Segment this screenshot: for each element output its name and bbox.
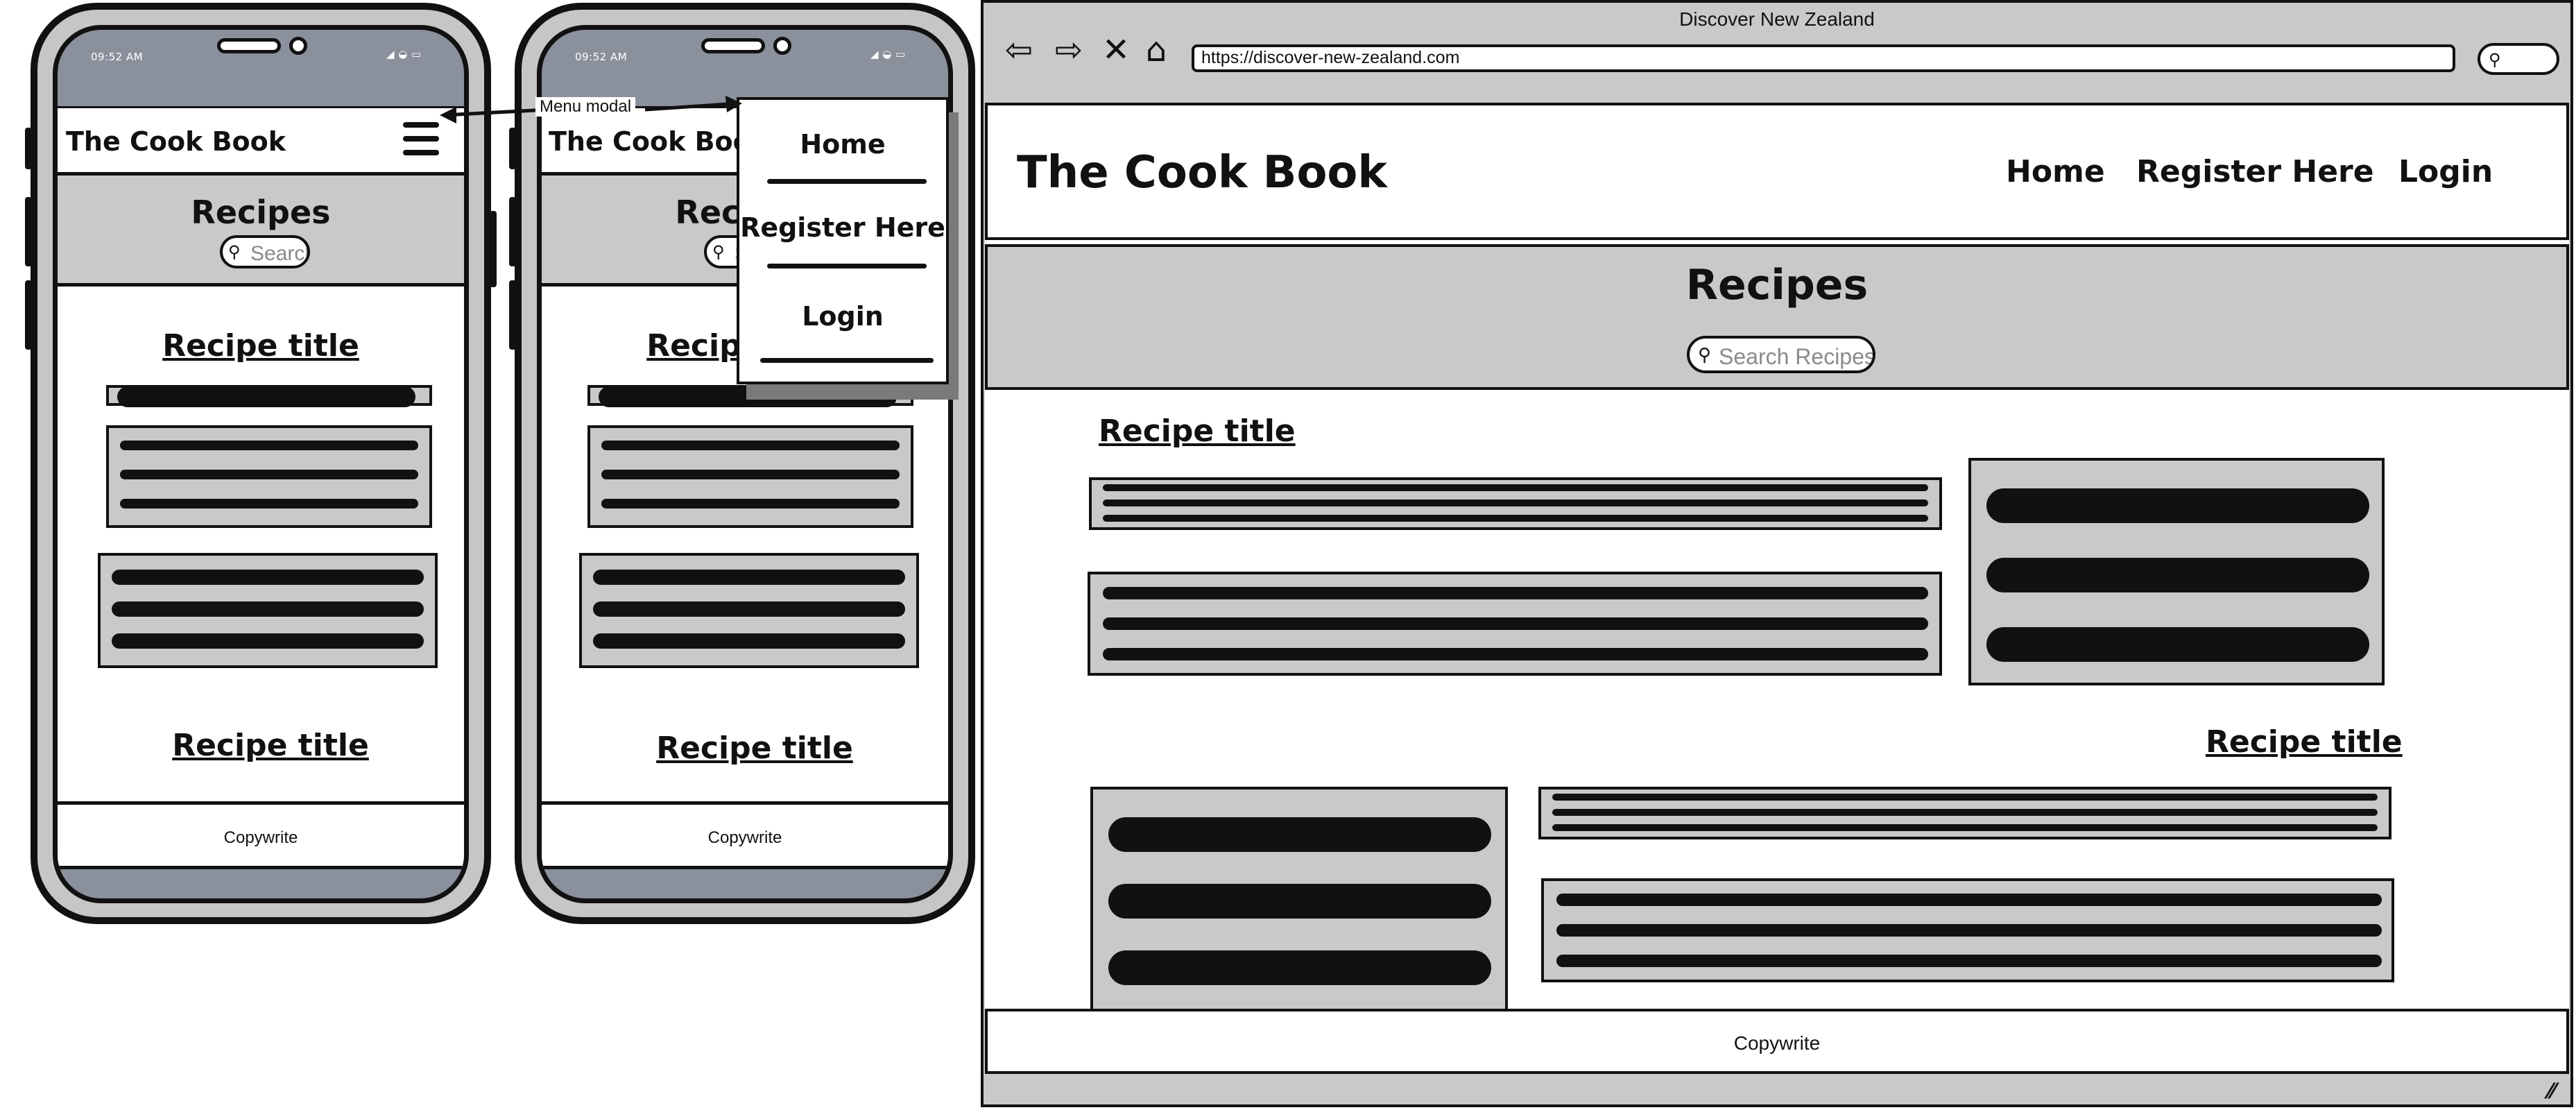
search-icon: ⚲ [228,243,241,262]
phone-1-recipe-title-1: Recipe title [162,328,359,364]
phone-1-speaker [217,38,281,53]
search-icon: ⚲ [2489,51,2501,69]
phone-1-search-input[interactable]: ⚲ Search [220,235,310,268]
browser-window: Discover New Zealand ⇦ ⇨ ✕ ⌂ https://dis… [981,0,2573,1107]
recipe-search-placeholder: Search Recipes [1719,344,1875,369]
phone-1-side-button [490,211,497,287]
phone-1-footer-text: Copywrite [223,828,298,847]
phone-mockup-1: 09:52 AM ◢ ◒ ▭ The Cook Book Recipes ⚲ S… [25,3,497,924]
recipe-1-title: Recipe title [1099,413,1296,449]
hero-title: Recipes [1685,261,1869,309]
recipe-2-ingredients-text [1090,787,1508,1011]
phone-2-camera [773,37,791,55]
menu-item-home[interactable]: Home [739,129,946,160]
phone-2-status-time: 09:52 AM [575,51,628,63]
site-footer-text: Copywrite [1733,1032,1821,1054]
nav-link-login[interactable]: Login [2398,154,2493,189]
forward-arrow-icon[interactable]: ⇨ [1050,33,1088,67]
phone-1-recipe-ingredients-text [106,425,432,528]
home-icon[interactable]: ⌂ [1137,33,1175,67]
phone-1-footer: Copywrite [58,801,464,869]
phone-2-recipe-method-text [579,553,919,668]
menu-item-register[interactable]: Register Here [739,212,946,243]
recipe-2-title: Recipe title [2206,724,2403,760]
site-title: The Cook Book [1017,147,1387,198]
phone-1-camera [289,37,307,55]
recipe-search-input[interactable]: ⚲ Search Recipes [1687,336,1875,373]
site-footer: Copywrite [985,1009,2569,1074]
browser-window-title: Discover New Zealand [1679,8,1875,30]
nav-link-home[interactable]: Home [2006,154,2105,189]
phone-2-side-button [509,197,516,266]
site-header: The Cook Book Home Register Here Login [985,103,2569,240]
resize-grip-icon[interactable]: ⁄⁄ [2548,1079,2555,1104]
phone-1-hero: Recipes ⚲ Search [58,176,464,287]
recipe-1-method-text [1088,572,1942,676]
browser-page: The Cook Book Home Register Here Login R… [985,103,2569,1074]
annotation-arrow-to-modal [644,102,729,112]
phone-1-content: Recipe title Recipe title [58,287,464,801]
phone-2-recipe-intro-text [587,385,913,407]
arrow-head-icon [440,107,456,123]
phone-2-footer: Copywrite [542,801,948,869]
phone-1-side-button [25,128,32,169]
phone-2-speaker [701,38,765,53]
annotation-label: Menu modal [535,97,636,117]
back-arrow-icon[interactable]: ⇦ [1000,33,1038,67]
phone-1-status-time: 09:52 AM [91,51,144,63]
phone-1-search-placeholder: Search [250,242,310,265]
phone-1-status-icons: ◢ ◒ ▭ [386,48,422,60]
recipe-2-method-text [1541,878,2394,982]
recipe-1-ingredients-text [1968,458,2385,685]
phone-1-screen: 09:52 AM ◢ ◒ ▭ The Cook Book Recipes ⚲ S… [53,25,469,903]
search-icon: ⚲ [712,243,725,262]
search-icon: ⚲ [1698,344,1712,365]
phone-1-side-button [25,197,32,266]
phone-2-footer-text: Copywrite [707,828,782,847]
address-bar[interactable]: https://discover-new-zealand.com [1192,44,2455,72]
menu-divider [767,179,927,184]
phone-1-side-button [25,280,32,350]
menu-modal: Home Register Here Login [737,97,949,384]
menu-divider [767,264,927,268]
annotation-arrow-to-menu-icon [443,108,549,117]
site-hero: Recipes ⚲ Search Recipes [985,244,2569,390]
phone-1-app-title: The Cook Book [66,126,286,157]
browser-search-field[interactable]: ⚲ [2478,43,2559,75]
phone-1-recipe-title-2: Recipe title [172,728,369,763]
phone-2-recipe-title-2: Recipe title [656,731,853,766]
phone-2-side-button [509,280,516,350]
menu-item-login[interactable]: Login [739,301,946,332]
close-icon[interactable]: ✕ [1100,33,1132,67]
recipe-2-intro-text [1538,787,2392,839]
phone-2-status-icons: ◢ ◒ ▭ [870,48,906,60]
phone-1-header: The Cook Book [58,106,464,176]
nav-link-register[interactable]: Register Here [2136,154,2374,189]
phone-1-hero-title: Recipes [191,194,331,231]
phone-2-recipe-ingredients-text [587,425,913,528]
menu-divider [760,358,934,363]
phone-1-recipe-intro-text [106,385,432,407]
phone-1-recipe-method-text [98,553,438,668]
recipe-1-intro-text [1089,477,1942,530]
arrow-head-icon [725,96,742,112]
